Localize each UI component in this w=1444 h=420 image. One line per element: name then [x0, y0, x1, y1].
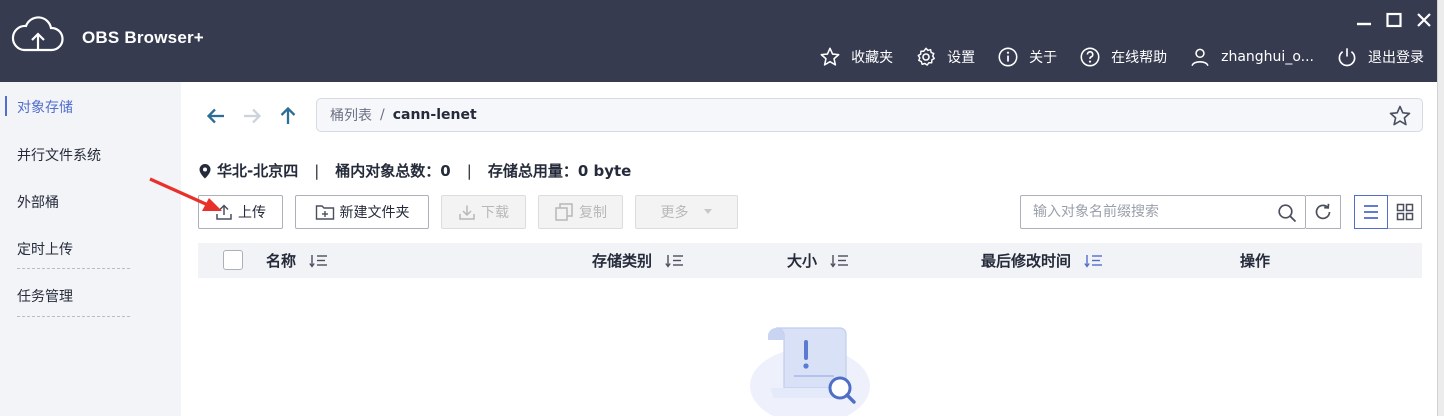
favorites-link[interactable]: 收藏夹 — [819, 46, 893, 68]
app-title: OBS Browser+ — [82, 28, 204, 47]
sidebar-item-task-management[interactable]: 任务管理 — [17, 286, 130, 306]
region-label: 华北-北京四 — [217, 162, 299, 180]
info-icon — [998, 47, 1018, 67]
column-size-label: 大小 — [787, 252, 818, 270]
search-input[interactable] — [1021, 196, 1261, 228]
sort-icon[interactable] — [830, 254, 850, 268]
favorite-star-icon[interactable] — [1388, 104, 1412, 132]
refresh-icon — [1315, 203, 1331, 220]
breadcrumb-separator: / — [380, 107, 385, 123]
gear-icon — [917, 47, 936, 66]
user-icon — [1191, 48, 1209, 67]
active-indicator — [5, 96, 7, 116]
more-dropdown[interactable]: 更多 — [635, 195, 738, 229]
download-button[interactable]: 下载 — [441, 195, 526, 229]
upload-label: 上传 — [238, 205, 266, 221]
more-label: 更多 — [660, 205, 689, 221]
download-icon — [459, 205, 475, 220]
breadcrumb-bucket-list[interactable]: 桶列表 — [330, 105, 372, 125]
grid-view-icon — [1396, 203, 1413, 221]
sort-icon[interactable] — [665, 254, 685, 268]
column-actions: 操作 — [1240, 243, 1270, 278]
cloud-upload-logo-icon — [10, 16, 66, 60]
maximize-icon[interactable] — [1384, 8, 1404, 32]
forward-arrow-icon[interactable] — [241, 104, 263, 128]
close-icon[interactable] — [1414, 8, 1434, 32]
refresh-button[interactable] — [1306, 195, 1341, 229]
storage-used: 存储总用量：0 byte — [487, 162, 632, 180]
navigation-arrows — [205, 104, 299, 128]
path-bar[interactable]: 桶列表 / cann-lenet — [316, 98, 1423, 132]
info-separator: | — [314, 161, 320, 180]
sidebar-item-scheduled-upload[interactable]: 定时上传 — [17, 239, 130, 259]
sidebar-divider — [17, 268, 130, 269]
app-brand: OBS Browser+ — [10, 16, 204, 60]
sidebar-item-external-bucket[interactable]: 外部桶 — [17, 192, 130, 212]
new-folder-icon — [315, 205, 334, 220]
help-icon — [1080, 47, 1100, 67]
sidebar: 对象存储 并行文件系统 外部桶 定时上传 任务管理 — [0, 82, 181, 416]
window-controls — [1354, 8, 1434, 32]
column-actions-label: 操作 — [1240, 252, 1271, 270]
sidebar-divider — [17, 316, 130, 317]
favorites-label: 收藏夹 — [851, 50, 894, 66]
download-label: 下载 — [481, 205, 509, 221]
user-menu[interactable]: zhanghui_o... — [1189, 46, 1314, 68]
settings-label: 设置 — [947, 50, 976, 66]
copy-button[interactable]: 复制 — [538, 195, 623, 229]
window-edge — [1437, 0, 1444, 416]
object-toolbar: 上传 新建文件夹 下载 复制 更多 — [198, 195, 738, 229]
sort-icon[interactable] — [309, 254, 329, 268]
power-icon — [1338, 48, 1356, 67]
sidebar-item-object-storage[interactable]: 对象存储 — [17, 97, 130, 117]
annotation-arrow-icon — [149, 177, 222, 211]
up-arrow-icon[interactable] — [277, 104, 299, 128]
search-icon[interactable] — [1277, 203, 1297, 227]
about-label: 关于 — [1029, 50, 1058, 66]
logout-link[interactable]: 退出登录 — [1336, 46, 1424, 68]
grid-view-button[interactable] — [1387, 195, 1422, 229]
column-name: 名称 — [266, 243, 329, 278]
bucket-info-row: 华北-北京四 | 桶内对象总数：0 | 存储总用量：0 byte — [198, 160, 631, 181]
back-arrow-icon[interactable] — [205, 104, 227, 128]
help-label: 在线帮助 — [1111, 50, 1168, 66]
user-name: zhanghui_o... — [1221, 49, 1314, 65]
column-last-modified: 最后修改时间 — [981, 243, 1104, 278]
top-navigation: 收藏夹 设置 关于 在线帮助 zhanghui_o... 退出登录 — [819, 44, 1424, 70]
column-storage-class: 存储类别 — [592, 243, 685, 278]
title-bar: OBS Browser+ 收藏夹 设置 关于 在线帮助 zhanghui_o..… — [0, 0, 1444, 82]
object-count: 桶内对象总数：0 — [335, 162, 451, 180]
column-storage-class-label: 存储类别 — [592, 252, 653, 270]
breadcrumb-current-bucket: cann-lenet — [392, 107, 477, 123]
about-link[interactable]: 关于 — [997, 46, 1057, 68]
info-separator: | — [466, 161, 472, 180]
empty-state-illustration — [748, 318, 872, 420]
object-search-box — [1020, 195, 1306, 229]
minimize-icon[interactable] — [1354, 8, 1374, 32]
object-table-header: 名称 存储类别 大小 最后修改时间 操作 — [198, 243, 1422, 278]
copy-label: 复制 — [579, 205, 607, 221]
column-name-label: 名称 — [266, 252, 297, 270]
logout-label: 退出登录 — [1368, 50, 1424, 66]
settings-link[interactable]: 设置 — [915, 46, 975, 68]
column-size: 大小 — [787, 243, 850, 278]
new-folder-label: 新建文件夹 — [339, 205, 410, 221]
online-help-link[interactable]: 在线帮助 — [1079, 46, 1167, 68]
list-view-icon — [1364, 205, 1378, 219]
star-icon — [820, 47, 840, 66]
select-all-checkbox[interactable] — [223, 250, 243, 270]
list-view-button[interactable] — [1354, 195, 1388, 229]
sort-active-icon[interactable] — [1084, 254, 1104, 268]
caret-down-icon — [703, 209, 712, 214]
copy-icon — [555, 203, 573, 221]
new-folder-button[interactable]: 新建文件夹 — [295, 195, 429, 229]
column-last-modified-label: 最后修改时间 — [981, 252, 1072, 270]
sidebar-item-parallel-file-system[interactable]: 并行文件系统 — [17, 145, 130, 165]
